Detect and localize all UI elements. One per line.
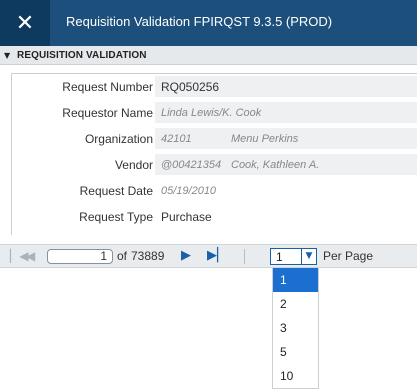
per-page-option-1[interactable]: 1: [273, 268, 318, 292]
per-page-option-10[interactable]: 10: [273, 364, 318, 388]
collapse-caret-icon[interactable]: ▼: [4, 51, 14, 60]
vendor-name: Cook, Kathleen A.: [231, 159, 320, 171]
per-page-option-2[interactable]: 2: [273, 292, 318, 316]
request-type-label: Request Type: [79, 210, 153, 224]
organization-field[interactable]: 42101 Menu Perkins: [155, 128, 417, 150]
per-page-label: Per Page: [323, 249, 374, 263]
per-page-option-3[interactable]: 3: [273, 316, 318, 340]
request-date-label: Request Date: [79, 184, 153, 198]
last-page-icon[interactable]: ▶▏: [207, 248, 227, 263]
vendor-row: Vendor @00421354 Cook, Kathleen A.: [12, 154, 417, 176]
section-title: REQUISITION VALIDATION: [17, 49, 147, 61]
requestor-name-field[interactable]: Linda Lewis/K. Cook: [155, 102, 417, 124]
request-number-row: Request Number RQ050256: [12, 76, 417, 98]
vendor-code: @00421354: [161, 159, 222, 171]
of-label: of: [117, 249, 128, 263]
request-type-row: Request Type Purchase: [12, 206, 417, 228]
pagination-bar: ▏◀ ◀ 1 of 73889 ▶ ▶▏ 1 ▼ Per Page: [0, 244, 417, 268]
previous-page-icon[interactable]: ◀: [26, 249, 35, 263]
requisition-form: Request Number RQ050256 Requestor Name L…: [11, 73, 417, 235]
vendor-label: Vendor: [114, 158, 153, 172]
window-title: Requisition Validation FPIRQST 9.3.5 (PR…: [66, 14, 333, 29]
request-date-row: Request Date 05/19/2010: [12, 180, 417, 202]
section-header[interactable]: ▼ REQUISITION VALIDATION: [0, 46, 417, 65]
per-page-option-5[interactable]: 5: [273, 340, 318, 364]
next-page-icon[interactable]: ▶: [181, 248, 191, 263]
requestor-name-row: Requestor Name Linda Lewis/K. Cook: [12, 102, 417, 124]
close-icon: ✕: [15, 10, 35, 36]
request-type-field[interactable]: Purchase: [155, 206, 417, 228]
organization-row: Organization 42101 Menu Perkins: [12, 128, 417, 150]
chevron-down-icon[interactable]: ▼: [301, 249, 316, 264]
per-page-dropdown: 1 2 3 5 10: [272, 268, 319, 389]
organization-name: Menu Perkins: [231, 133, 299, 145]
request-number-label: Request Number: [62, 80, 153, 94]
requestor-name-label: Requestor Name: [62, 106, 153, 120]
close-button[interactable]: ✕: [0, 0, 50, 46]
request-number-field[interactable]: RQ050256: [155, 76, 417, 98]
organization-code: 42101: [161, 133, 192, 145]
pager-divider: [244, 249, 245, 264]
title-bar: ✕ Requisition Validation FPIRQST 9.3.5 (…: [0, 0, 417, 46]
total-pages: 73889: [131, 249, 165, 263]
per-page-value: 1: [276, 250, 283, 264]
organization-label: Organization: [84, 132, 153, 146]
request-date-field[interactable]: 05/19/2010: [155, 180, 417, 202]
page-number-input[interactable]: 1: [47, 249, 113, 264]
vendor-field[interactable]: @00421354 Cook, Kathleen A.: [155, 154, 417, 176]
per-page-select[interactable]: 1 ▼: [270, 248, 317, 265]
